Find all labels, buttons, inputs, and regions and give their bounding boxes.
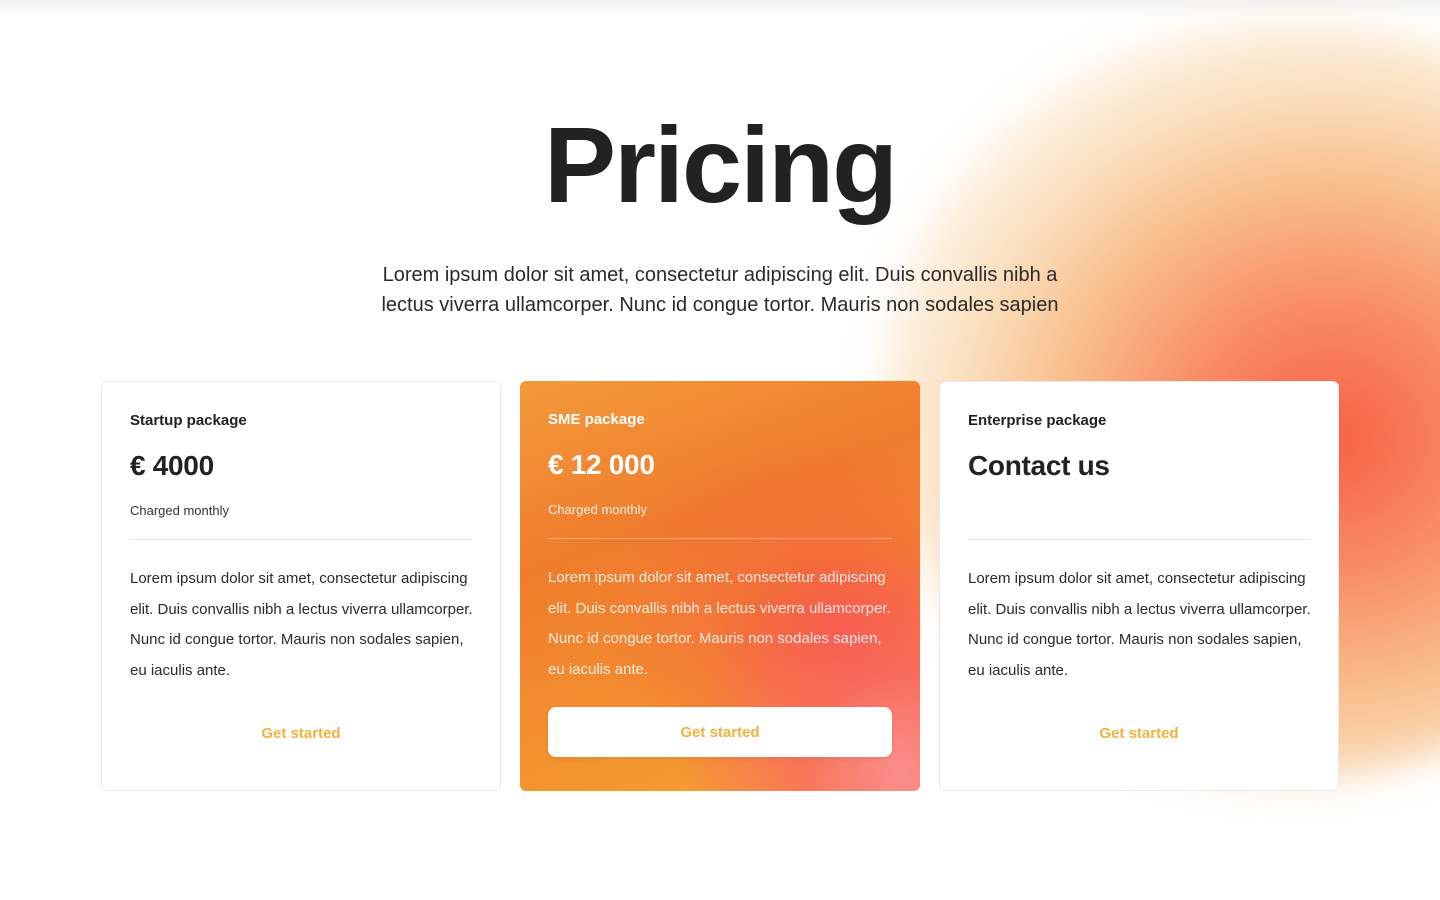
package-name: SME package [548,411,645,428]
pricing-card-startup: Startup package € 4000 Charged monthly L… [101,381,501,791]
package-price: € 12 000 [548,449,655,480]
package-price: Contact us [968,450,1110,481]
card-divider [548,538,892,539]
get-started-button[interactable]: Get started [548,707,892,757]
page-title: Pricing [543,104,898,225]
pricing-card-sme: SME package € 12 000 Charged monthly Lor… [520,381,920,791]
package-description: Lorem ipsum dolor sit amet, consectetur … [130,570,473,679]
get-started-button[interactable]: Get started [130,708,472,758]
pricing-page: Pricing Lorem ipsum dolor sit amet, cons… [0,0,1440,900]
package-description: Lorem ipsum dolor sit amet, consectetur … [548,569,891,678]
get-started-button[interactable]: Get started [968,708,1310,758]
package-name: Enterprise package [968,412,1107,429]
package-name: Startup package [130,412,247,429]
billing-period: Charged monthly [548,502,647,517]
card-divider [130,539,472,540]
billing-period: Charged monthly [130,503,229,518]
package-price: € 4000 [130,450,214,481]
card-divider [968,539,1310,540]
page-subtitle: Lorem ipsum dolor sit amet, consectetur … [381,264,1059,316]
package-description: Lorem ipsum dolor sit amet, consectetur … [968,570,1311,679]
top-shadow [0,0,1440,18]
pricing-card-enterprise: Enterprise package Contact us Lorem ipsu… [939,381,1339,791]
